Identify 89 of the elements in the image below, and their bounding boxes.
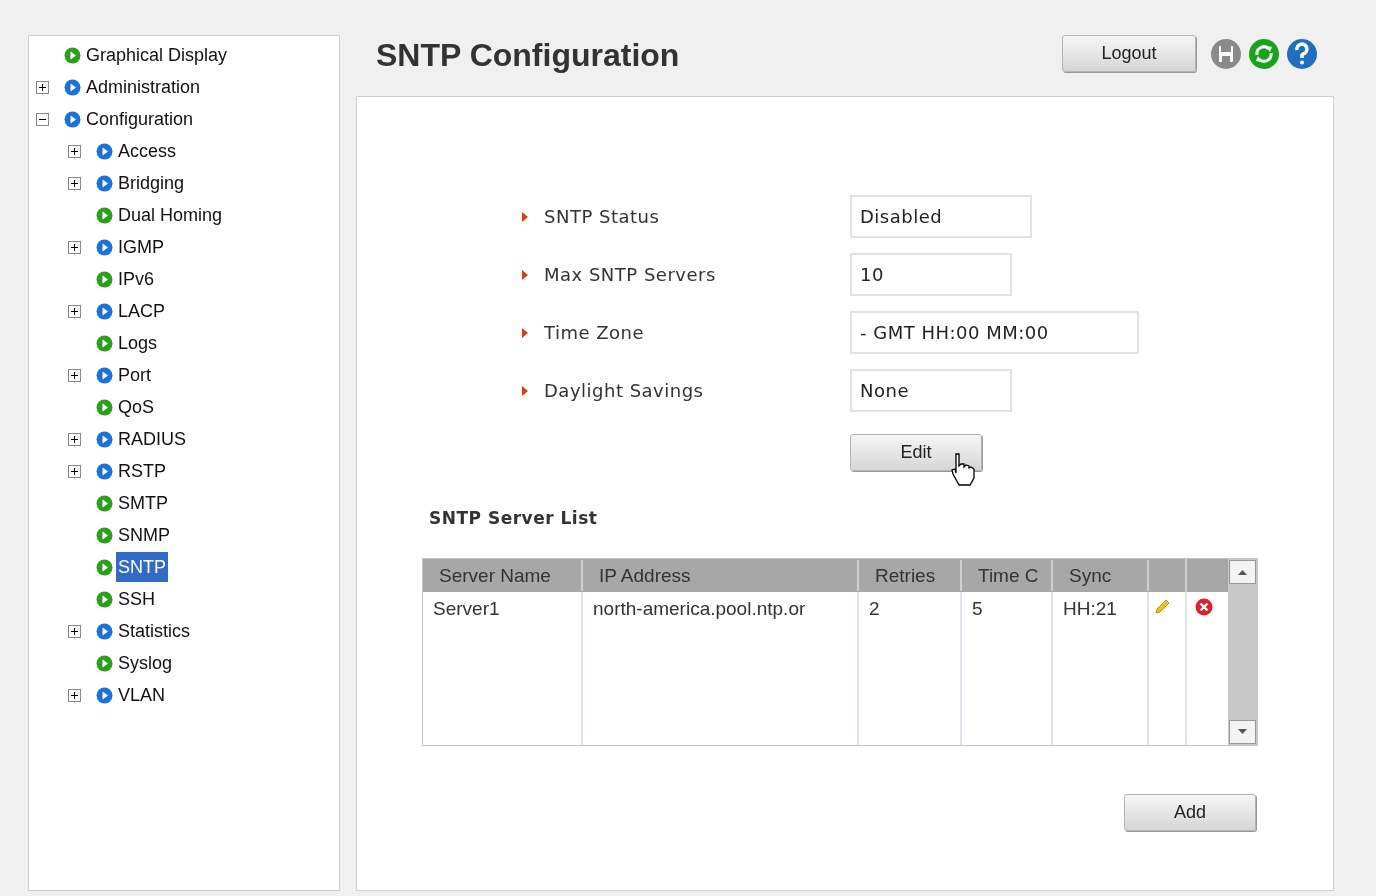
play-circle-icon (96, 302, 113, 320)
setting-value-field: Disabled (850, 195, 1033, 238)
tree-item[interactable]: RADIUS (116, 424, 188, 454)
collapse-icon[interactable] (36, 112, 49, 126)
play-circle-icon (96, 654, 113, 672)
expand-icon[interactable] (68, 176, 81, 190)
pencil-icon[interactable] (1153, 597, 1171, 616)
tree-item[interactable]: Configuration (84, 104, 196, 134)
play-circle-icon (96, 238, 113, 256)
play-circle-icon (96, 398, 113, 416)
play-circle-icon (96, 334, 113, 352)
play-circle-icon (96, 526, 113, 544)
play-circle-icon (96, 270, 113, 288)
tree-item[interactable]: QoS (116, 392, 157, 422)
tree-item[interactable]: Dual Homing (116, 200, 225, 230)
setting-label: SNTP Status (544, 205, 661, 229)
play-circle-icon (96, 206, 113, 224)
play-circle-icon (96, 366, 113, 384)
scroll-up-icon[interactable] (1229, 559, 1256, 584)
expand-icon[interactable] (36, 80, 49, 94)
play-circle-icon (96, 686, 113, 704)
tree-item[interactable]: IGMP (116, 232, 166, 262)
tree-item[interactable]: IPv6 (116, 264, 157, 294)
column-header[interactable]: Server Name (423, 559, 583, 591)
tree-item[interactable]: Syslog (116, 648, 175, 678)
play-circle-icon (96, 622, 113, 640)
help-icon[interactable] (1286, 37, 1318, 70)
page-title: SNTP Configuration (376, 36, 680, 75)
save-icon[interactable] (1210, 37, 1242, 70)
bullet-arrow-icon (522, 269, 528, 280)
tree-item[interactable]: VLAN (116, 680, 168, 710)
refresh-icon[interactable] (1248, 37, 1280, 70)
column-header[interactable]: Retries (859, 559, 962, 591)
setting-label: Max SNTP Servers (544, 263, 717, 287)
setting-label: Daylight Savings (544, 379, 705, 403)
column-header[interactable]: IP Address (583, 559, 859, 591)
delete-icon[interactable] (1195, 597, 1213, 616)
play-circle-icon (96, 174, 113, 192)
expand-icon[interactable] (68, 304, 81, 318)
expand-icon[interactable] (68, 144, 81, 158)
tree-item[interactable]: LACP (116, 296, 168, 326)
expand-icon[interactable] (68, 240, 81, 254)
tree-item[interactable]: Administration (84, 72, 203, 102)
setting-value-field: None (850, 369, 1012, 412)
column-header[interactable]: Time C (962, 559, 1053, 591)
scroll-down-icon[interactable] (1229, 719, 1256, 744)
table-cell: north-america.pool.ntp.or (593, 597, 806, 619)
expand-icon[interactable] (68, 688, 81, 702)
hand-cursor-icon (950, 452, 978, 488)
tree-item[interactable]: Logs (116, 328, 160, 358)
tree-item[interactable]: Port (116, 360, 153, 390)
tree-item[interactable]: Bridging (116, 168, 187, 198)
play-circle-icon (64, 46, 81, 64)
play-circle-icon (96, 590, 113, 608)
play-circle-icon (64, 78, 81, 96)
tree-item[interactable]: SNMP (116, 520, 172, 550)
table-cell: HH:21 (1063, 597, 1117, 619)
tree-item[interactable]: RSTP (116, 456, 168, 486)
setting-value-field: 10 (850, 253, 1012, 296)
expand-icon[interactable] (68, 432, 81, 446)
play-circle-icon (96, 430, 113, 448)
tree-item[interactable]: Statistics (116, 616, 193, 646)
tree-item[interactable]: Graphical Display (84, 40, 230, 70)
play-circle-icon (96, 142, 113, 160)
expand-icon[interactable] (68, 464, 81, 478)
tree-item[interactable]: Access (116, 136, 179, 166)
setting-label: Time Zone (544, 321, 646, 345)
setting-value-field: - GMT HH:00 MM:00 (850, 311, 1139, 354)
scrollbar[interactable] (1228, 558, 1257, 745)
add-button[interactable]: Add (1124, 793, 1256, 831)
table-cell: Server1 (433, 597, 500, 619)
table-cell: 5 (972, 597, 983, 619)
edit-button[interactable]: Edit (850, 434, 982, 471)
play-circle-icon (96, 462, 113, 480)
bullet-arrow-icon (522, 211, 528, 222)
tree-item[interactable]: SNTP (116, 552, 168, 582)
expand-icon[interactable] (68, 368, 81, 382)
bullet-arrow-icon (522, 385, 528, 396)
column-header[interactable]: Sync (1053, 559, 1149, 591)
tree-item[interactable]: SMTP (116, 488, 170, 518)
table-cell: 2 (869, 597, 880, 619)
bullet-arrow-icon (522, 327, 528, 338)
logout-button[interactable]: Logout (1062, 35, 1196, 72)
expand-icon[interactable] (68, 624, 81, 638)
play-circle-icon (96, 494, 113, 512)
play-circle-icon (96, 558, 113, 576)
play-circle-icon (64, 110, 81, 128)
tree-item[interactable]: SSH (116, 584, 157, 614)
section-title: SNTP Server List (429, 507, 599, 530)
